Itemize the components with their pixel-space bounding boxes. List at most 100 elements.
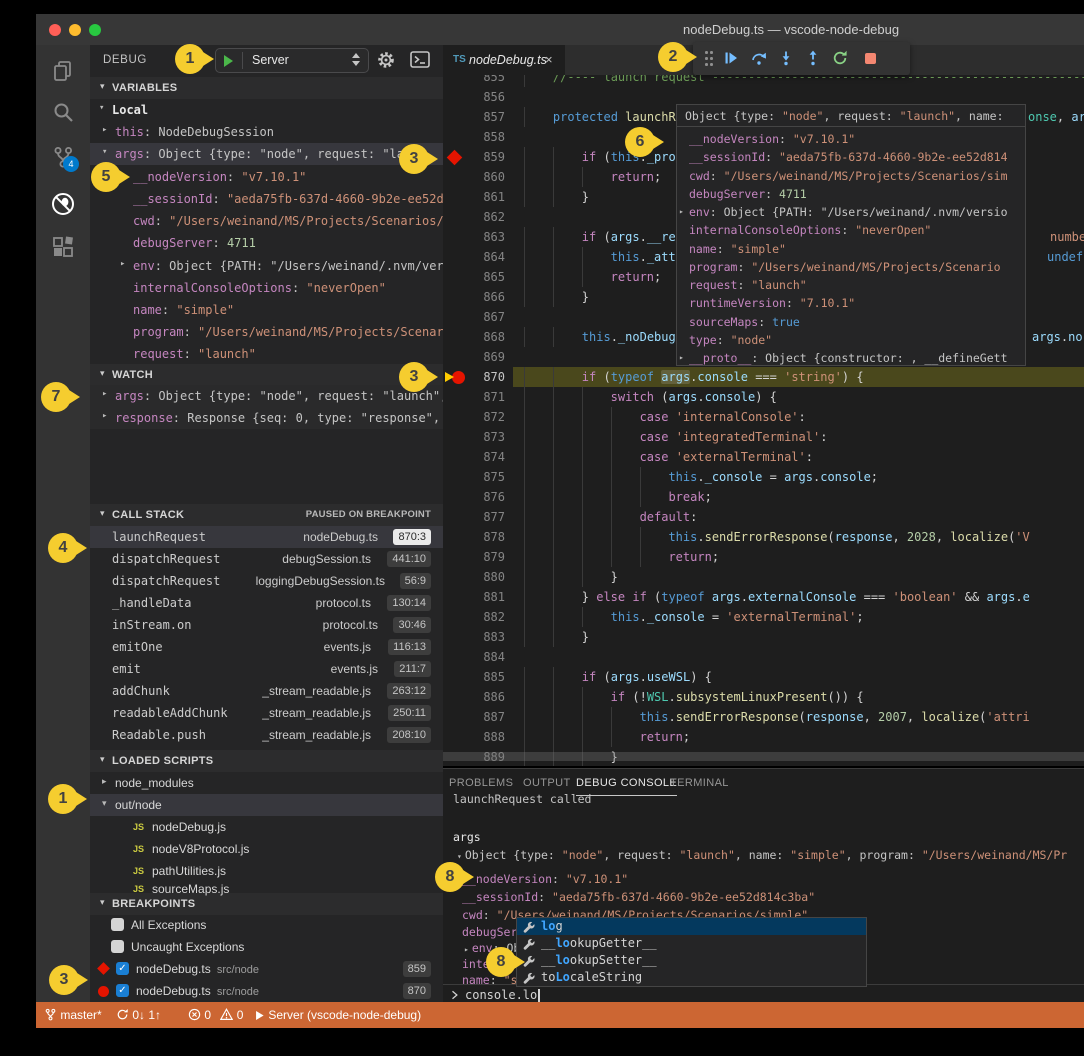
loaded-script-row[interactable]: ▸node_modules [90, 772, 443, 794]
expand-twisty-icon[interactable]: ▸ [102, 125, 107, 135]
checkbox[interactable]: ✓ [116, 962, 129, 975]
checkbox[interactable] [111, 918, 124, 931]
sync-item[interactable]: 0↓ 1↑ [116, 1002, 161, 1028]
tab-nodedebug-ts[interactable]: TS nodeDebug.ts × [443, 45, 565, 75]
panel-tab-terminal[interactable]: TERMINAL [670, 771, 729, 795]
collapse-twisty-icon[interactable]: ▾ [102, 147, 107, 157]
section-header-variables[interactable]: ▾VARIABLES [90, 77, 443, 99]
call-stack-frame[interactable]: readableAddChunk250:11_stream_readable.j… [90, 702, 443, 724]
tree-row-text: Local [112, 99, 148, 121]
step-out-icon[interactable] [805, 50, 821, 66]
call-stack-frame[interactable]: dispatchRequest441:10debugSession.ts [90, 548, 443, 570]
loaded-script-row[interactable]: ▾out/node [90, 794, 443, 816]
section-header-loaded-scripts[interactable]: ▾LOADED SCRIPTS [90, 750, 443, 772]
tree-row[interactable]: ▾args: Object {type: "node", request: "l… [90, 143, 443, 165]
exception-breakpoint-row[interactable]: All Exceptions [90, 914, 443, 936]
call-stack-frame[interactable]: launchRequest870:3nodeDebug.ts [90, 526, 443, 548]
play-icon [254, 1010, 265, 1021]
expand-twisty-icon[interactable]: ▸ [120, 259, 125, 269]
checkbox[interactable] [111, 940, 124, 953]
suggest-item[interactable]: toLocaleString [517, 969, 866, 986]
twisty-icon[interactable]: ▸ [464, 945, 469, 954]
loaded-script-row[interactable]: JSnodeV8Protocol.js [90, 838, 443, 860]
twisty-icon[interactable]: ▾ [457, 852, 462, 861]
close-icon[interactable]: × [545, 45, 553, 75]
text-fragment: Object {type: [685, 109, 782, 123]
collapse-twisty-icon[interactable]: ▾ [99, 103, 104, 113]
explorer-icon[interactable] [51, 59, 75, 83]
console-input-text[interactable]: console.lo [465, 985, 540, 1003]
checkbox[interactable]: ✓ [116, 984, 129, 997]
debug-icon[interactable] [51, 192, 75, 216]
expand-twisty-icon[interactable]: ▸ [679, 203, 684, 221]
suggest-item[interactable]: log [517, 918, 866, 935]
step-into-icon[interactable] [778, 50, 794, 66]
suggest-item[interactable]: __lookupGetter__ [517, 935, 866, 952]
tree-row[interactable]: __sessionId: "aeda75fb-637d-4660-9b2e-ee… [90, 188, 443, 210]
collapse-twisty-icon[interactable]: ▾ [100, 508, 105, 519]
tree-row[interactable]: request: "launch" [90, 343, 443, 365]
minimize-window-button[interactable] [69, 24, 81, 36]
collapse-twisty-icon[interactable]: ▾ [100, 754, 105, 765]
hover-row[interactable]: ▸env: Object {PATH: "/Users/weinand/.nvm… [677, 203, 1025, 221]
step-over-icon[interactable] [751, 50, 767, 66]
loaded-script-row[interactable]: JSnodeDebug.js [90, 816, 443, 838]
breakpoint-row[interactable]: ✓nodeDebug.ts src/node859 [90, 958, 443, 980]
expand-twisty-icon[interactable]: ▸ [102, 389, 107, 399]
expand-twisty-icon[interactable]: ▸ [102, 411, 107, 421]
console-row[interactable]: ▾Object {type: "node", request: "launch"… [457, 846, 1067, 864]
text-fragment: : [292, 281, 306, 295]
frame-function: emit [112, 658, 141, 680]
tree-row[interactable]: ▸response: Response {seq: 0, type: "resp… [90, 407, 443, 429]
start-debug-icon[interactable] [224, 55, 233, 67]
gutter-breakpoint-diamond-icon[interactable] [447, 149, 463, 165]
tree-row[interactable]: ▸this: NodeDebugSession [90, 121, 443, 143]
loaded-script-row[interactable]: JSsourceMaps.js [90, 878, 443, 900]
code-line: } [524, 287, 589, 307]
expand-twisty-icon[interactable]: ▸ [102, 776, 107, 787]
hover-row[interactable]: ▸__proto__: Object {constructor: , __def… [677, 349, 1025, 366]
call-stack-frame[interactable]: addChunk263:12_stream_readable.js [90, 680, 443, 702]
tree-row[interactable]: internalConsoleOptions: "neverOpen" [90, 277, 443, 299]
suggest-item[interactable]: __lookupSetter__ [517, 952, 866, 969]
call-stack-frame[interactable]: emitOne116:13events.js [90, 636, 443, 658]
debug-console-icon[interactable] [410, 51, 430, 69]
stop-icon[interactable] [865, 53, 876, 64]
exception-breakpoint-row[interactable]: Uncaught Exceptions [90, 936, 443, 958]
tree-row[interactable]: __nodeVersion: "v7.10.1" [90, 166, 443, 188]
call-stack-frame[interactable]: emit211:7events.js [90, 658, 443, 680]
call-stack-frame[interactable]: dispatchRequest56:9loggingDebugSession.t… [90, 570, 443, 592]
search-icon[interactable] [51, 100, 75, 124]
call-stack-frame[interactable]: _handleData130:14protocol.ts [90, 592, 443, 614]
text-fragment: __sessionId [462, 890, 538, 904]
tree-row[interactable]: program: "/Users/weinand/MS/Projects/Sce… [90, 321, 443, 343]
launch-config-dropdown[interactable]: Server [215, 48, 369, 73]
breakpoint-row[interactable]: ✓nodeDebug.ts src/node870 [90, 980, 443, 1002]
horizontal-scrollbar[interactable] [443, 752, 1084, 761]
expand-twisty-icon[interactable]: ▸ [679, 349, 684, 366]
section-header-call-stack[interactable]: ▾CALL STACKPAUSED ON BREAKPOINT [90, 504, 443, 526]
tree-row[interactable]: debugServer: 4711 [90, 232, 443, 254]
debug-target-item[interactable]: Server (vscode-node-debug) [254, 1002, 421, 1028]
call-stack-frame[interactable]: Readable.push208:10_stream_readable.js [90, 724, 443, 746]
hover-row: __nodeVersion: "v7.10.1" [677, 130, 1025, 148]
collapse-twisty-icon[interactable]: ▾ [102, 798, 107, 809]
gear-icon[interactable] [376, 50, 396, 70]
tree-row[interactable]: ▾ Local [90, 99, 443, 121]
collapse-twisty-icon[interactable]: ▾ [100, 81, 105, 92]
tree-row[interactable]: name: "simple" [90, 299, 443, 321]
tree-row[interactable]: cwd: "/Users/weinand/MS/Projects/Scenari… [90, 210, 443, 232]
tree-row[interactable]: ▸env: Object {PATH: "/Users/weinand/.nvm… [90, 255, 443, 277]
section-header-watch[interactable]: ▾WATCH [90, 364, 443, 386]
collapse-twisty-icon[interactable]: ▾ [100, 368, 105, 379]
close-window-button[interactable] [49, 24, 61, 36]
maximize-window-button[interactable] [89, 24, 101, 36]
problems-item[interactable]: 0 0 [188, 1002, 243, 1028]
restart-icon[interactable] [832, 50, 848, 66]
tree-row[interactable]: ▸args: Object {type: "node", request: "l… [90, 385, 443, 407]
extensions-icon[interactable] [51, 236, 75, 260]
call-stack-frame[interactable]: inStream.on30:46protocol.ts [90, 614, 443, 636]
drag-grip[interactable] [705, 51, 713, 66]
continue-icon[interactable] [723, 50, 739, 66]
git-branch-item[interactable]: master* [44, 1002, 102, 1028]
